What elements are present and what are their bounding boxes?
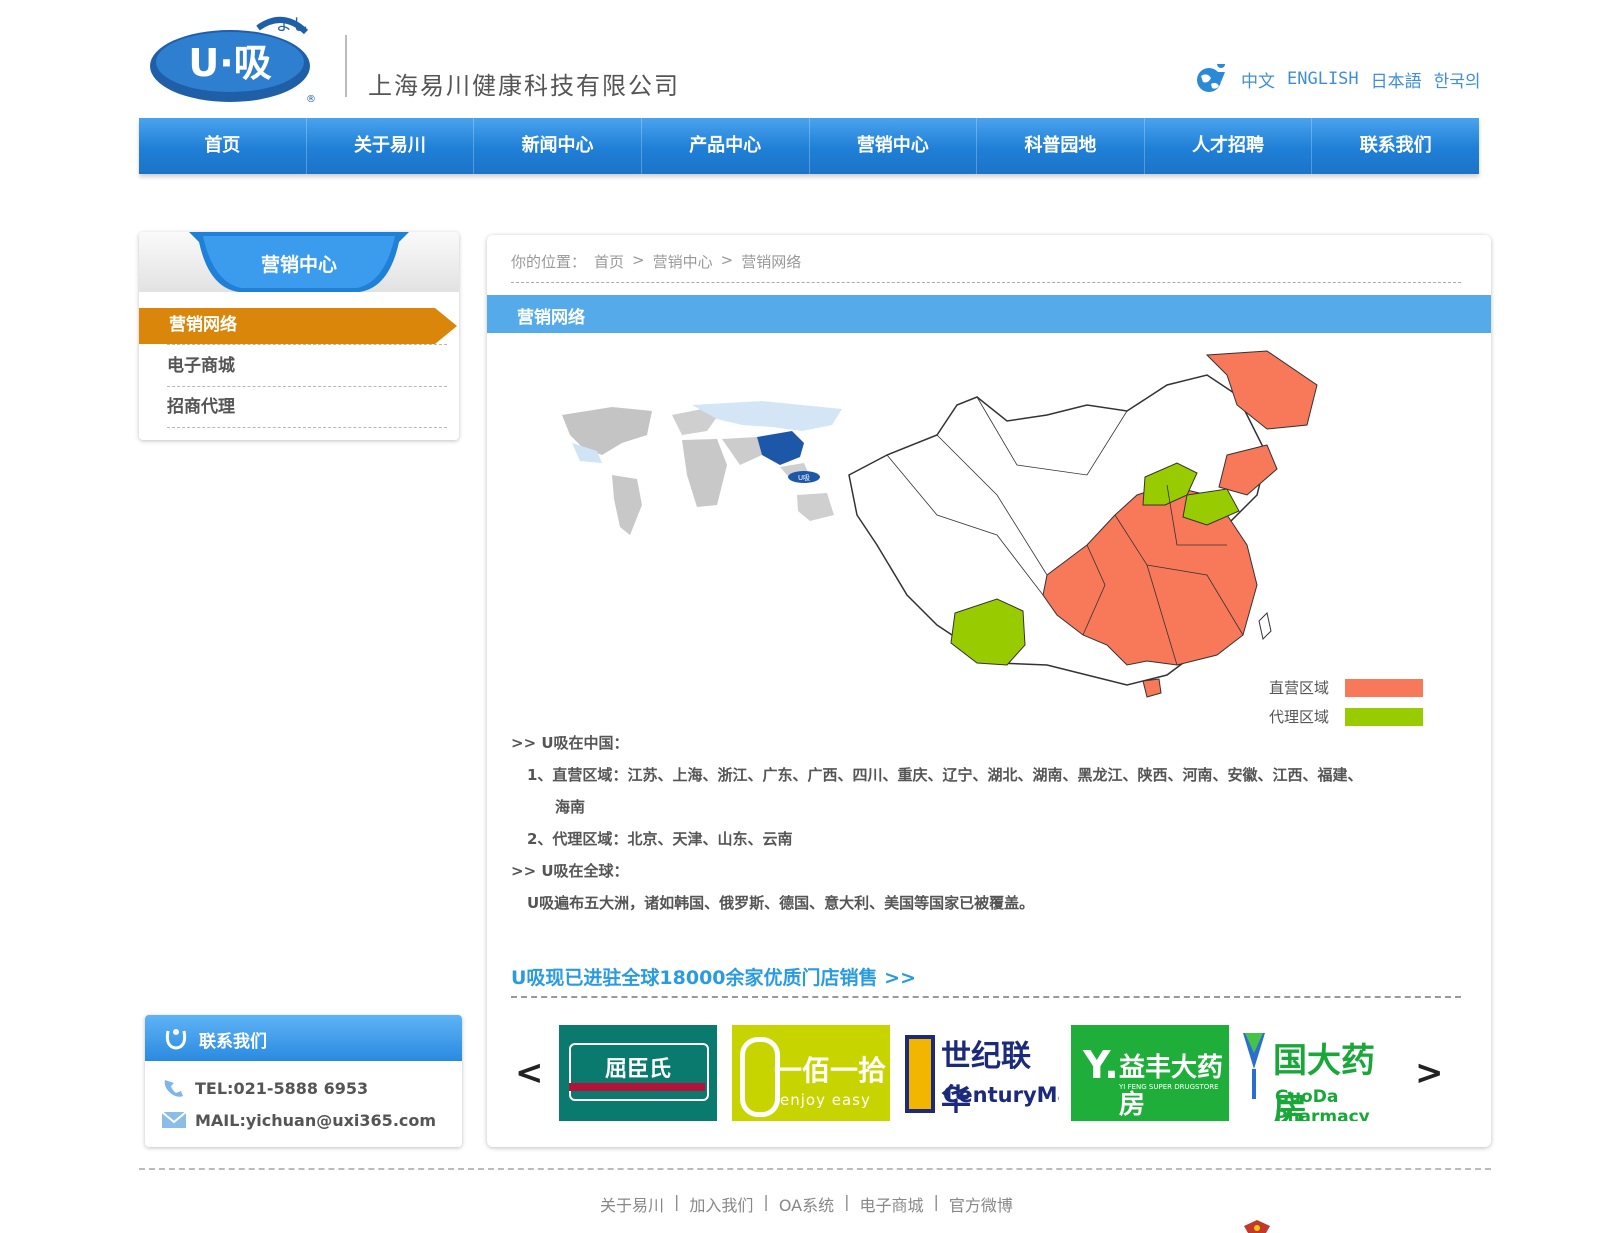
svg-text:U吸: U吸: [798, 474, 810, 482]
agent-region-line: 2、代理区域：北京、天津、山东、云南: [527, 830, 793, 848]
sidebar-item-marketing-network[interactable]: 营销网络: [169, 310, 237, 340]
nav-science[interactable]: 科普园地: [977, 118, 1145, 174]
legend-agent-label: 代理区域: [1269, 708, 1330, 726]
brand-guoda[interactable]: 国大药房 GuoDa Pharmacy: [1239, 1025, 1397, 1121]
carousel-next-button[interactable]: >: [1415, 1053, 1444, 1093]
legend-direct-swatch: [1345, 678, 1424, 697]
map-legend: 直营区域 代理区域: [1269, 677, 1424, 735]
u-xi-logo[interactable]: U·吸 よし ®: [148, 10, 328, 110]
brand-yifeng-sub: YI FENG SUPER DRUGSTORE: [1119, 1083, 1219, 1091]
nav-news[interactable]: 新闻中心: [474, 118, 642, 174]
lang-chinese[interactable]: 中文: [1241, 67, 1275, 92]
footer-weibo[interactable]: 官方微博: [949, 1192, 1013, 1216]
global-heading: >> U吸在全球：: [511, 862, 629, 880]
carousel-prev-button[interactable]: <: [515, 1053, 544, 1093]
brand-guoda-sub: GuoDa Pharmacy: [1275, 1087, 1370, 1121]
footer-links: 关于易川 | 加入我们 | OA系统 | 电子商城 | 官方微博: [600, 1192, 1013, 1216]
world-map: U吸: [562, 401, 842, 535]
legend-direct: 直营区域: [1269, 677, 1424, 698]
breadcrumb-label: 你的位置：: [511, 253, 587, 271]
legend-direct-label: 直营区域: [1269, 679, 1330, 697]
sidebar-item-agency[interactable]: 招商代理: [167, 387, 447, 428]
footer-sep: |: [674, 1192, 680, 1211]
footer-sep: |: [844, 1192, 850, 1211]
breadcrumb-sep: >: [720, 251, 734, 269]
mail-icon: [161, 1111, 187, 1128]
header-divider: [345, 35, 347, 97]
contact-box: 联系我们 TEL:021-5888 6953 MAIL:yichuan@uxi3…: [145, 1015, 462, 1147]
promo-divider: [511, 996, 1461, 998]
breadcrumb-home[interactable]: 首页: [594, 251, 624, 272]
nav-home[interactable]: 首页: [139, 118, 307, 174]
direct-region-line-cont: 海南: [555, 798, 586, 816]
nav-careers[interactable]: 人才招聘: [1145, 118, 1313, 174]
brand-yibaiyishi-name: 一佰一拾: [774, 1054, 887, 1087]
police-badge-icon[interactable]: [1242, 1220, 1272, 1233]
contact-logo-icon: [165, 1029, 187, 1050]
phone-icon: [164, 1080, 183, 1097]
legend-agent-swatch: [1345, 707, 1424, 726]
language-switcher: 中文 ENGLISH 日本語 한국의: [1195, 64, 1481, 94]
direct-region-line: 1、直营区域：江苏、上海、浙江、广东、广西、四川、重庆、辽宁、湖北、湖南、黑龙江…: [527, 766, 1363, 784]
china-map: [848, 350, 1318, 698]
svg-text:®: ®: [306, 94, 316, 105]
brand-yibaiyishi-sub: enjoy easy: [780, 1091, 871, 1109]
brand-yibaiyishi[interactable]: 一佰一拾 enjoy easy: [732, 1025, 890, 1121]
globe-icon: [1197, 64, 1226, 92]
sidebar: 营销中心 营销网络 电子商城 招商代理: [139, 232, 459, 440]
footer-join[interactable]: 加入我们: [689, 1192, 753, 1216]
contact-header: [145, 1015, 462, 1061]
nav-marketing[interactable]: 营销中心: [810, 118, 978, 174]
lang-japanese[interactable]: 日本語: [1371, 67, 1422, 92]
store-promo-link[interactable]: U吸现已进驻全球18000余家优质门店销售 >>: [511, 963, 916, 990]
breadcrumb-marketing[interactable]: 营销中心: [653, 251, 713, 272]
footer-about[interactable]: 关于易川: [600, 1192, 664, 1216]
breadcrumb: 你的位置： 首页 > 营销中心 > 营销网络: [511, 251, 801, 272]
nav-about[interactable]: 关于易川: [307, 118, 475, 174]
section-title: 营销网络: [517, 308, 585, 328]
logo-text: U·吸: [188, 41, 271, 85]
footer-sep: |: [933, 1192, 939, 1211]
footer-divider: [139, 1168, 1491, 1170]
nav-contact[interactable]: 联系我们: [1312, 118, 1479, 174]
lang-english[interactable]: ENGLISH: [1287, 69, 1359, 89]
sidebar-title: 营销中心: [260, 254, 337, 276]
brand-yifeng[interactable]: Y. 益丰大药房 YI FENG SUPER DRUGSTORE: [1071, 1025, 1229, 1121]
brand-watsons-name: 屈臣氏: [604, 1057, 671, 1082]
contact-title: 联系我们: [199, 1032, 267, 1052]
nav-products[interactable]: 产品中心: [642, 118, 810, 174]
global-text: U吸遍布五大洲，诸如韩国、俄罗斯、德国、意大利、美国等国家已被覆盖。: [527, 894, 1035, 912]
company-name: 上海易川健康科技有限公司: [368, 72, 680, 100]
footer-oa[interactable]: OA系统: [779, 1192, 834, 1216]
china-heading: >> U吸在中国：: [511, 734, 629, 752]
breadcrumb-sep: >: [632, 251, 645, 269]
lang-korean[interactable]: 한국의: [1434, 67, 1481, 92]
logo-sup: よし: [276, 15, 308, 34]
brand-centurymart[interactable]: 世纪联华 CenturyMart: [901, 1025, 1059, 1121]
section-bar: [487, 295, 1491, 333]
footer-eshop[interactable]: 电子商城: [859, 1192, 923, 1216]
legend-agent: 代理区域: [1269, 706, 1424, 727]
breadcrumb-divider: [511, 282, 1461, 283]
contact-tel: TEL:021-5888 6953: [195, 1079, 369, 1098]
footer-sep: |: [763, 1192, 769, 1211]
contact-mail[interactable]: MAIL:yichuan@uxi365.com: [195, 1111, 436, 1130]
main-nav: 首页 关于易川 新闻中心 产品中心 营销中心 科普园地 人才招聘 联系我们: [139, 118, 1479, 174]
brand-watsons[interactable]: 屈臣氏: [559, 1025, 717, 1121]
sidebar-item-eshop[interactable]: 电子商城: [167, 346, 447, 387]
brand-centurymart-sub: CenturyMart: [943, 1083, 1059, 1107]
breadcrumb-current[interactable]: 营销网络: [741, 251, 801, 272]
main-panel: 你的位置： 首页 > 营销中心 > 营销网络 营销网络 U吸 直营区域 代理区域…: [487, 235, 1491, 1147]
guoda-logo-icon: [1243, 1033, 1265, 1099]
